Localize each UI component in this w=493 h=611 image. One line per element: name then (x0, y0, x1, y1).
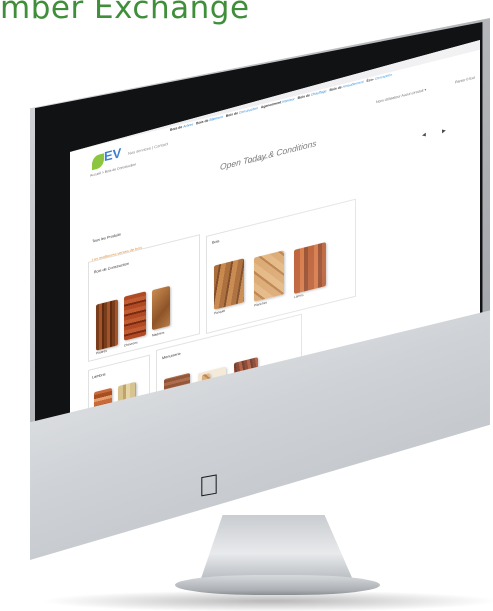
nav-sub: Arbres (183, 122, 194, 129)
page-headline: mber Exchange (0, 0, 250, 26)
next-button[interactable]: ▶ (442, 127, 448, 135)
product-image-madriers[interactable] (152, 285, 170, 331)
user-menu[interactable]: Nom Utilisateur Aucun produit ▾ (376, 88, 426, 105)
logo-text: EV (104, 144, 122, 165)
product-image-lames[interactable] (294, 242, 326, 294)
apple-logo-icon:  (196, 468, 222, 504)
cart-summary[interactable]: Panier 0 Eur (455, 76, 475, 85)
leaf-icon (92, 153, 104, 171)
hero-title: Open Today & Conditions (220, 137, 317, 173)
product-image-parquet[interactable] (214, 258, 244, 310)
product-image-planches[interactable] (254, 250, 284, 302)
nav-label: Éco- (366, 77, 374, 84)
product-image-poutres[interactable] (96, 299, 118, 351)
header-links[interactable]: Nos services | Contact (128, 141, 168, 156)
prev-button[interactable]: ◀ (422, 131, 428, 139)
floor-shadow (40, 590, 493, 611)
product-image-chevrons[interactable] (124, 291, 146, 341)
section-title: Tous les Produits (92, 232, 121, 244)
